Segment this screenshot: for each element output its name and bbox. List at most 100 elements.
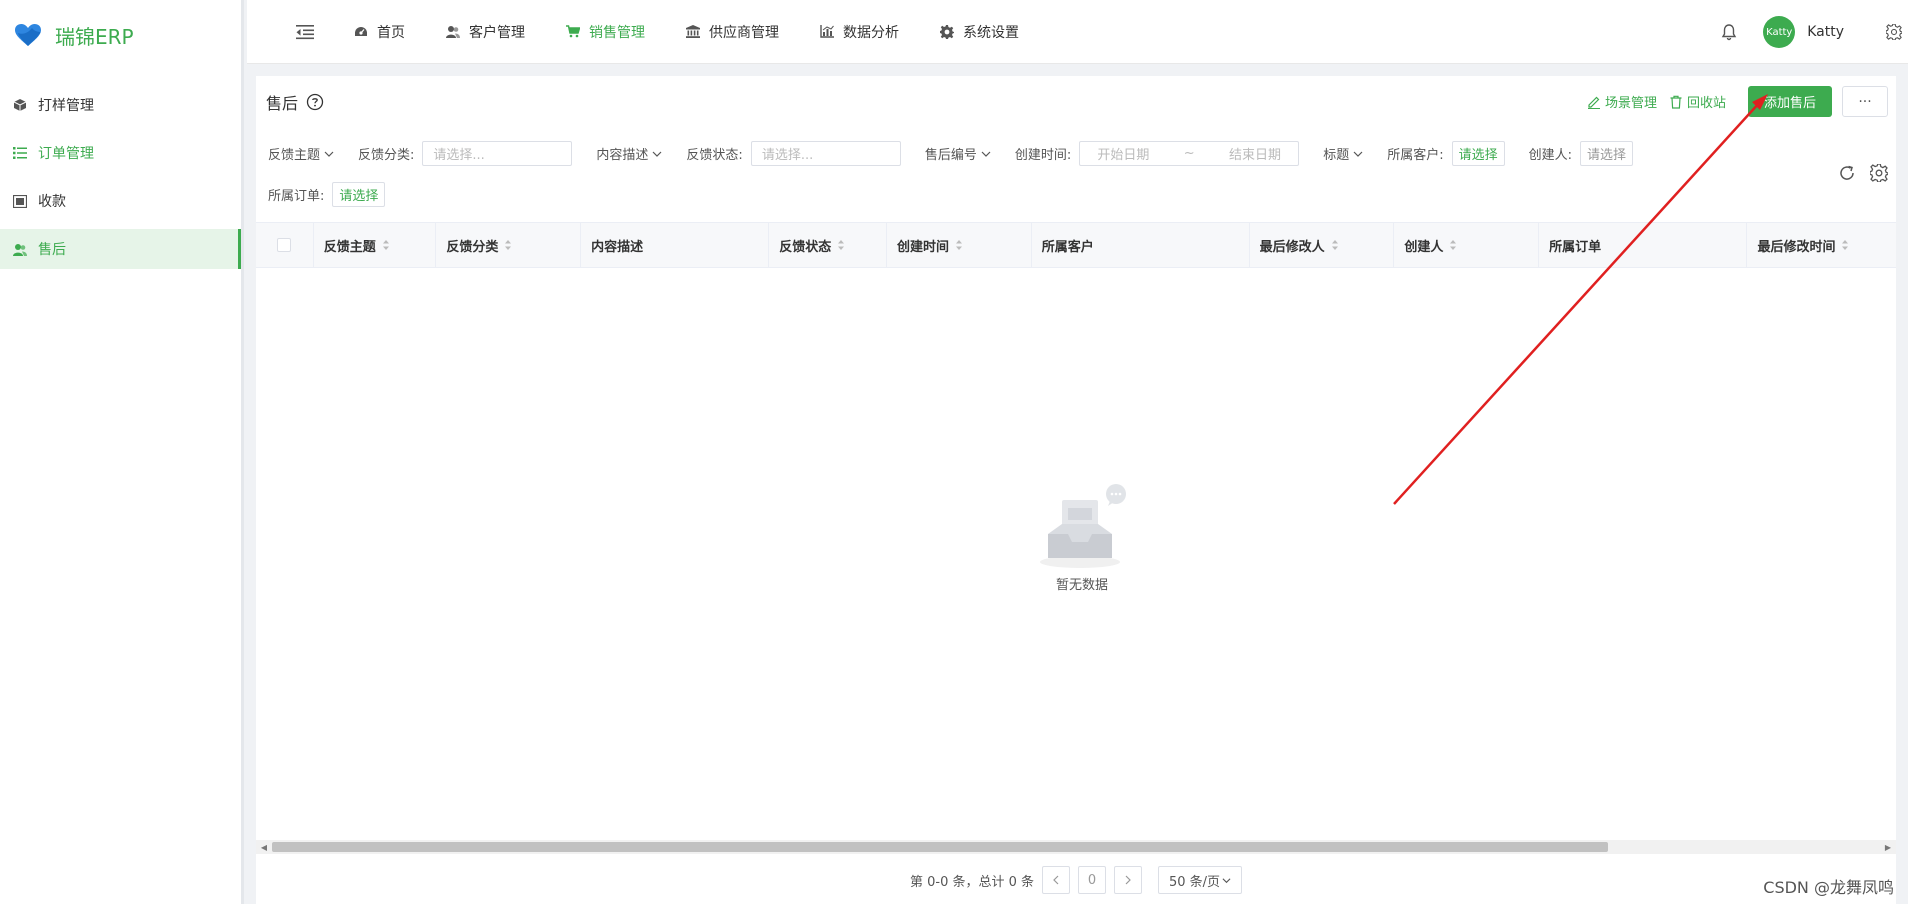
nav-settings[interactable]: 系统设置 — [919, 0, 1039, 64]
select-all-checkbox-cell[interactable] — [256, 223, 314, 267]
nav-label: 数据分析 — [843, 24, 899, 41]
nav-sales[interactable]: 销售管理 — [545, 0, 665, 64]
next-page-button[interactable] — [1114, 866, 1143, 894]
filter-customer-label: 所属客户: — [1387, 148, 1444, 163]
app-logo[interactable]: 瑞锦ERP — [0, 0, 241, 70]
sort-icon[interactable] — [955, 239, 963, 251]
column-header-last-modified[interactable]: 最后修改时间 — [1747, 223, 1896, 267]
column-header-topic[interactable]: 反馈主题 — [314, 223, 437, 267]
header-actions: 场景管理 回收站 添加售后 ··· — [1587, 86, 1888, 117]
collapse-sidebar-button[interactable] — [285, 12, 325, 52]
empty-state: 暂无数据 — [1022, 484, 1142, 593]
column-settings-icon[interactable] — [1870, 164, 1888, 182]
watermark: CSDN @龙舞凤鸣 — [1763, 878, 1894, 897]
column-header-order[interactable]: 所属订单 — [1539, 223, 1748, 267]
sort-icon[interactable] — [1331, 239, 1339, 251]
filter-order-label: 所属订单: — [268, 189, 325, 204]
page-size-select[interactable]: 50 条/页 — [1158, 866, 1243, 894]
sort-icon[interactable] — [1449, 239, 1457, 251]
recycle-bin-button[interactable]: 回收站 — [1669, 92, 1726, 111]
menu-fold-icon — [295, 24, 315, 40]
sort-icon[interactable] — [1841, 239, 1849, 251]
main-panel: 售后 场景管理 回收站 添加售后 ··· 反馈主题 反馈分类: 请选择... 内… — [256, 76, 1896, 904]
column-label: 创建人 — [1404, 239, 1444, 255]
app-name: 瑞锦ERP — [55, 24, 134, 49]
nav-suppliers[interactable]: 供应商管理 — [665, 0, 799, 64]
trash-icon — [1669, 95, 1683, 109]
column-label: 所属订单 — [1549, 239, 1602, 255]
edit-icon — [1587, 95, 1601, 109]
refresh-icon[interactable] — [1838, 164, 1856, 182]
question-circle-icon[interactable] — [306, 93, 324, 111]
horizontal-scrollbar[interactable]: ◀ ▶ — [256, 840, 1896, 854]
more-button[interactable]: ··· — [1842, 86, 1888, 117]
nav-customers[interactable]: 客户管理 — [425, 0, 545, 64]
nav-analytics[interactable]: 数据分析 — [799, 0, 919, 64]
sort-icon[interactable] — [504, 239, 512, 251]
filter-topic-dropdown[interactable]: 反馈主题 — [268, 144, 334, 163]
prev-page-button[interactable] — [1042, 866, 1071, 894]
select-all-checkbox[interactable] — [277, 238, 292, 252]
filter-creator-picker[interactable]: 请选择 — [1580, 141, 1634, 166]
start-date-input[interactable]: 开始日期 — [1097, 144, 1149, 163]
filter-title-dropdown[interactable]: 标题 — [1323, 144, 1363, 163]
sidebar-item-label: 售后 — [38, 242, 66, 258]
column-label: 反馈状态 — [779, 239, 832, 255]
filter-number-label: 售后编号 — [924, 148, 977, 163]
chevron-down-icon — [652, 149, 662, 159]
column-header-last-modifier[interactable]: 最后修改人 — [1250, 223, 1395, 267]
filter-status-label: 反馈状态: — [686, 148, 743, 163]
column-header-customer[interactable]: 所属客户 — [1032, 223, 1250, 267]
bell-icon[interactable] — [1719, 22, 1739, 42]
column-header-status[interactable]: 反馈状态 — [769, 223, 888, 267]
filter-row: 所属订单: 请选择 — [256, 182, 386, 207]
user-area: Katty Katty — [1719, 0, 1908, 64]
column-label: 反馈分类 — [446, 239, 499, 255]
scroll-left-icon[interactable]: ◀ — [258, 840, 270, 854]
column-header-content[interactable]: 内容描述 — [581, 223, 770, 267]
filter-date-range[interactable]: 开始日期 ~ 结束日期 — [1079, 141, 1300, 166]
sidebar-item-payments[interactable]: 收款 — [0, 181, 241, 221]
nav-home[interactable]: 首页 — [333, 0, 425, 64]
filter-category-select[interactable]: 请选择... — [422, 141, 573, 166]
chevron-right-icon — [1124, 875, 1132, 885]
scrollbar-thumb[interactable] — [272, 842, 1608, 852]
sidebar-item-after-sales[interactable]: 售后 — [0, 229, 241, 269]
page-number[interactable]: 0 — [1078, 866, 1107, 894]
column-label: 反馈主题 — [323, 239, 376, 255]
filter-content-dropdown[interactable]: 内容描述 — [596, 144, 662, 163]
column-header-created[interactable]: 创建时间 — [887, 223, 1032, 267]
bar-chart-icon — [819, 24, 835, 40]
filter-status-select[interactable]: 请选择... — [750, 141, 901, 166]
chevron-down-icon — [1222, 876, 1231, 885]
column-header-creator[interactable]: 创建人 — [1394, 223, 1540, 267]
filter-customer-picker[interactable]: 请选择 — [1451, 141, 1505, 166]
recycle-bin-label: 回收站 — [1686, 96, 1726, 111]
sort-icon[interactable] — [837, 239, 845, 251]
user-name[interactable]: Katty — [1807, 24, 1844, 40]
list-icon — [12, 145, 28, 161]
pagination: 第 0-0 条，总计 0 条 0 50 条/页 — [256, 862, 1896, 898]
bank-icon — [685, 24, 701, 40]
page-title: 售后 — [266, 94, 299, 113]
scroll-right-icon[interactable]: ▶ — [1882, 840, 1894, 854]
end-date-input[interactable]: 结束日期 — [1229, 144, 1281, 163]
gear-icon — [939, 24, 955, 40]
sidebar-item-orders[interactable]: 订单管理 — [0, 133, 241, 173]
column-label: 创建时间 — [897, 239, 950, 255]
filter-order-picker[interactable]: 请选择 — [332, 182, 386, 207]
chevron-left-icon — [1052, 875, 1060, 885]
range-separator: ~ — [1183, 146, 1195, 161]
sort-icon[interactable] — [382, 239, 390, 251]
add-after-sales-button[interactable]: 添加售后 — [1747, 86, 1832, 117]
column-header-category[interactable]: 反馈分类 — [436, 223, 582, 267]
page-header: 售后 场景管理 回收站 添加售后 ··· — [256, 76, 1896, 128]
filter-number-dropdown[interactable]: 售后编号 — [925, 144, 991, 163]
filter-creator-label: 创建人: — [1528, 148, 1573, 163]
settings-gear-icon[interactable] — [1886, 24, 1902, 40]
filter-topic-label: 反馈主题 — [268, 148, 321, 163]
chevron-down-icon — [324, 149, 334, 159]
avatar[interactable]: Katty — [1763, 16, 1796, 48]
sidebar-item-sampling[interactable]: 打样管理 — [0, 85, 241, 125]
scene-manage-button[interactable]: 场景管理 — [1587, 92, 1657, 111]
